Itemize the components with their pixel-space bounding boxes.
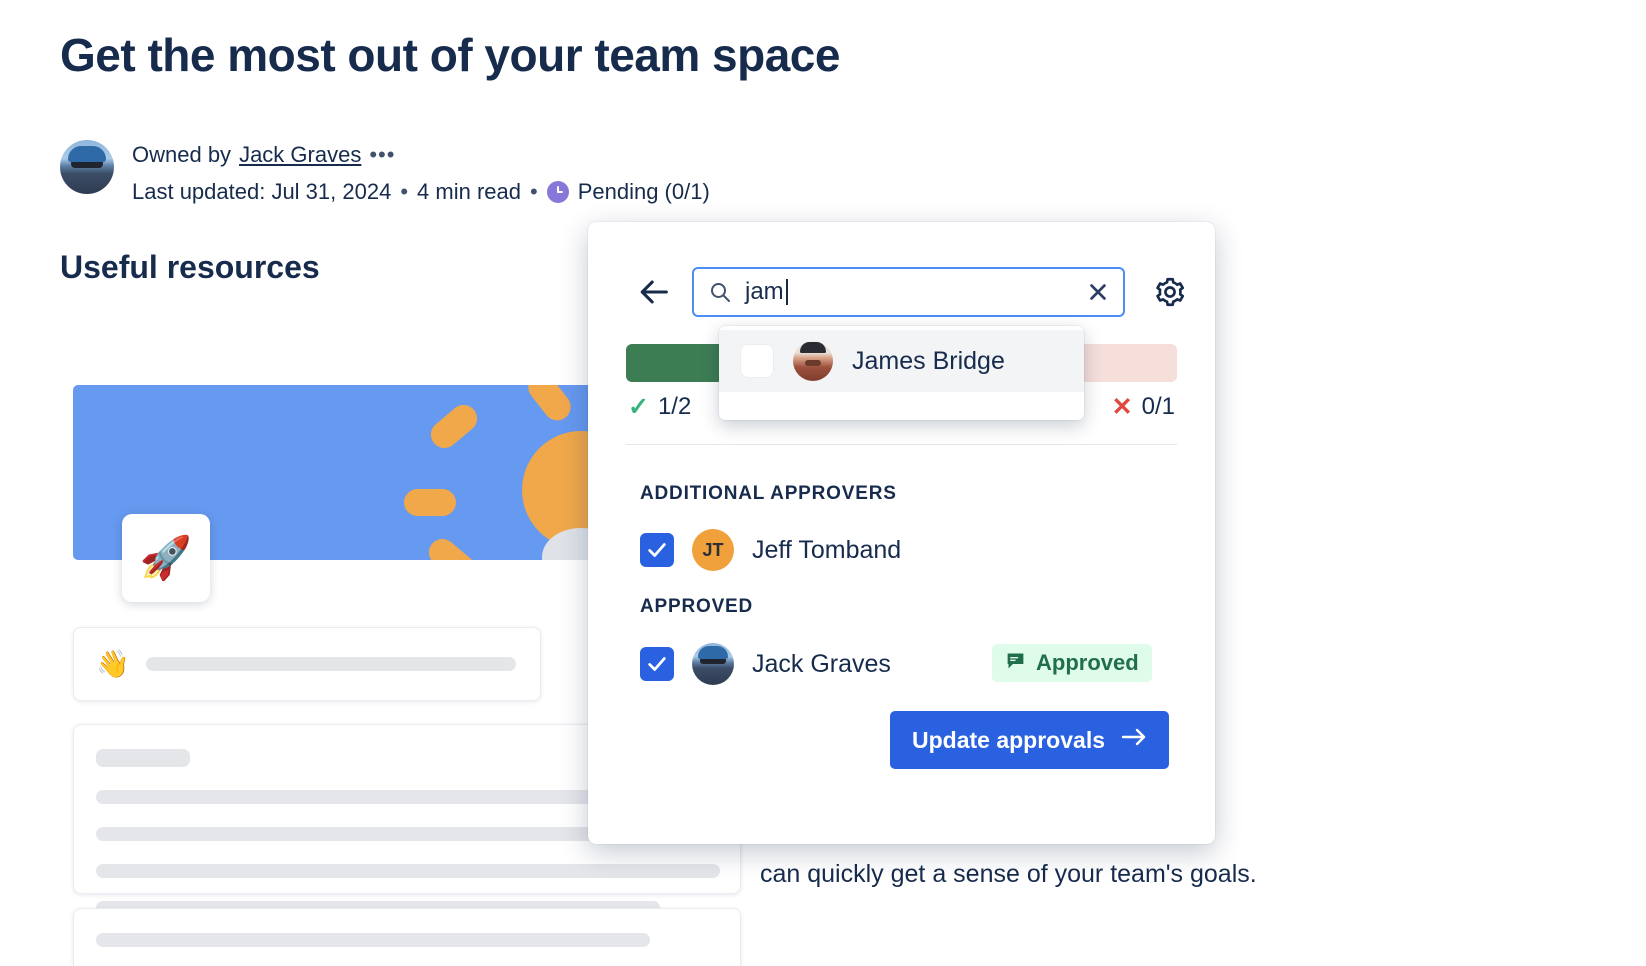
search-icon xyxy=(708,280,732,304)
check-icon: ✓ xyxy=(628,392,649,422)
dialog-divider xyxy=(626,444,1177,445)
section-title-useful-resources: Useful resources xyxy=(60,245,320,289)
skeleton-bar xyxy=(96,749,190,767)
approver-row-jack-graves[interactable]: Jack Graves xyxy=(640,643,891,685)
page-root: Get the most out of your team space Owne… xyxy=(0,0,1646,966)
approved-count-value: 1/2 xyxy=(658,393,691,421)
search-text: jam xyxy=(745,278,784,306)
avatar xyxy=(793,341,833,381)
content-placeholder-card-2[interactable] xyxy=(73,908,741,966)
rocket-icon: 🚀 xyxy=(140,534,192,583)
checkbox-checked[interactable] xyxy=(640,533,674,567)
group-label-approved: APPROVED xyxy=(640,596,753,618)
approver-name: Jack Graves xyxy=(752,650,891,679)
sun-ray-icon xyxy=(523,385,576,426)
last-updated: Last updated: Jul 31, 2024 xyxy=(132,177,391,207)
approved-count: ✓ 1/2 xyxy=(628,392,691,422)
welcome-card[interactable]: 👋 xyxy=(73,627,541,701)
skeleton-bar xyxy=(96,864,720,878)
avatar-initials: JT xyxy=(692,529,734,571)
status-badge: Pending (0/1) xyxy=(578,177,710,207)
owner-avatar xyxy=(60,140,114,194)
gear-icon[interactable] xyxy=(1153,275,1187,309)
sun-ray-icon xyxy=(425,399,482,453)
sun-ray-icon xyxy=(423,533,480,560)
page-title: Get the most out of your team space xyxy=(60,26,840,84)
update-approvals-button[interactable]: Update approvals xyxy=(890,711,1169,769)
sun-ray-icon xyxy=(404,489,456,516)
skeleton-bar xyxy=(96,933,650,947)
owned-by-label: Owned by xyxy=(132,140,231,170)
search-input-value: jam xyxy=(745,278,1074,306)
declined-count-value: 0/1 xyxy=(1142,393,1175,421)
cross-icon: ✕ xyxy=(1112,392,1133,422)
wave-icon: 👋 xyxy=(96,648,130,680)
arrow-left-icon[interactable] xyxy=(638,275,672,309)
checkbox-checked[interactable] xyxy=(640,647,674,681)
meta-separator-1: • xyxy=(400,177,408,207)
typeahead-option-james-bridge[interactable]: James Bridge xyxy=(719,330,1084,392)
meta-separator-2: • xyxy=(530,177,538,207)
byline-owner-line: Owned by Jack Graves ••• xyxy=(132,140,710,170)
rocket-icon-card: 🚀 xyxy=(122,514,210,602)
search-input[interactable]: jam xyxy=(692,267,1125,317)
clock-icon xyxy=(547,181,569,203)
approver-name: Jeff Tomband xyxy=(752,536,901,565)
arrow-right-icon xyxy=(1121,726,1147,754)
radio-unchecked[interactable] xyxy=(740,344,774,378)
search-typeahead-dropdown: James Bridge xyxy=(719,326,1084,420)
update-approvals-label: Update approvals xyxy=(912,727,1105,754)
badge-label: Approved xyxy=(1036,650,1139,676)
text-caret xyxy=(786,279,788,305)
read-time: 4 min read xyxy=(417,177,521,207)
dialog-toolbar: jam xyxy=(588,222,1215,317)
more-options-icon[interactable]: ••• xyxy=(369,148,395,162)
comment-icon xyxy=(1005,650,1026,677)
byline-meta-line: Last updated: Jul 31, 2024 • 4 min read … xyxy=(132,177,710,207)
avatar xyxy=(692,643,734,685)
declined-count: ✕ 0/1 xyxy=(1112,392,1175,422)
close-icon[interactable] xyxy=(1087,281,1109,303)
skeleton-bar xyxy=(146,657,516,671)
paragraph-3-line-3: can quickly get a sense of your team's g… xyxy=(760,860,1257,888)
typeahead-option-label: James Bridge xyxy=(852,347,1005,376)
status-badge-approved: Approved xyxy=(992,644,1152,682)
owner-link[interactable]: Jack Graves xyxy=(239,140,361,170)
group-label-additional-approvers: ADDITIONAL APPROVERS xyxy=(640,483,897,505)
byline: Owned by Jack Graves ••• Last updated: J… xyxy=(60,140,710,207)
approver-row-jeff-tomband[interactable]: JT Jeff Tomband xyxy=(640,529,901,571)
